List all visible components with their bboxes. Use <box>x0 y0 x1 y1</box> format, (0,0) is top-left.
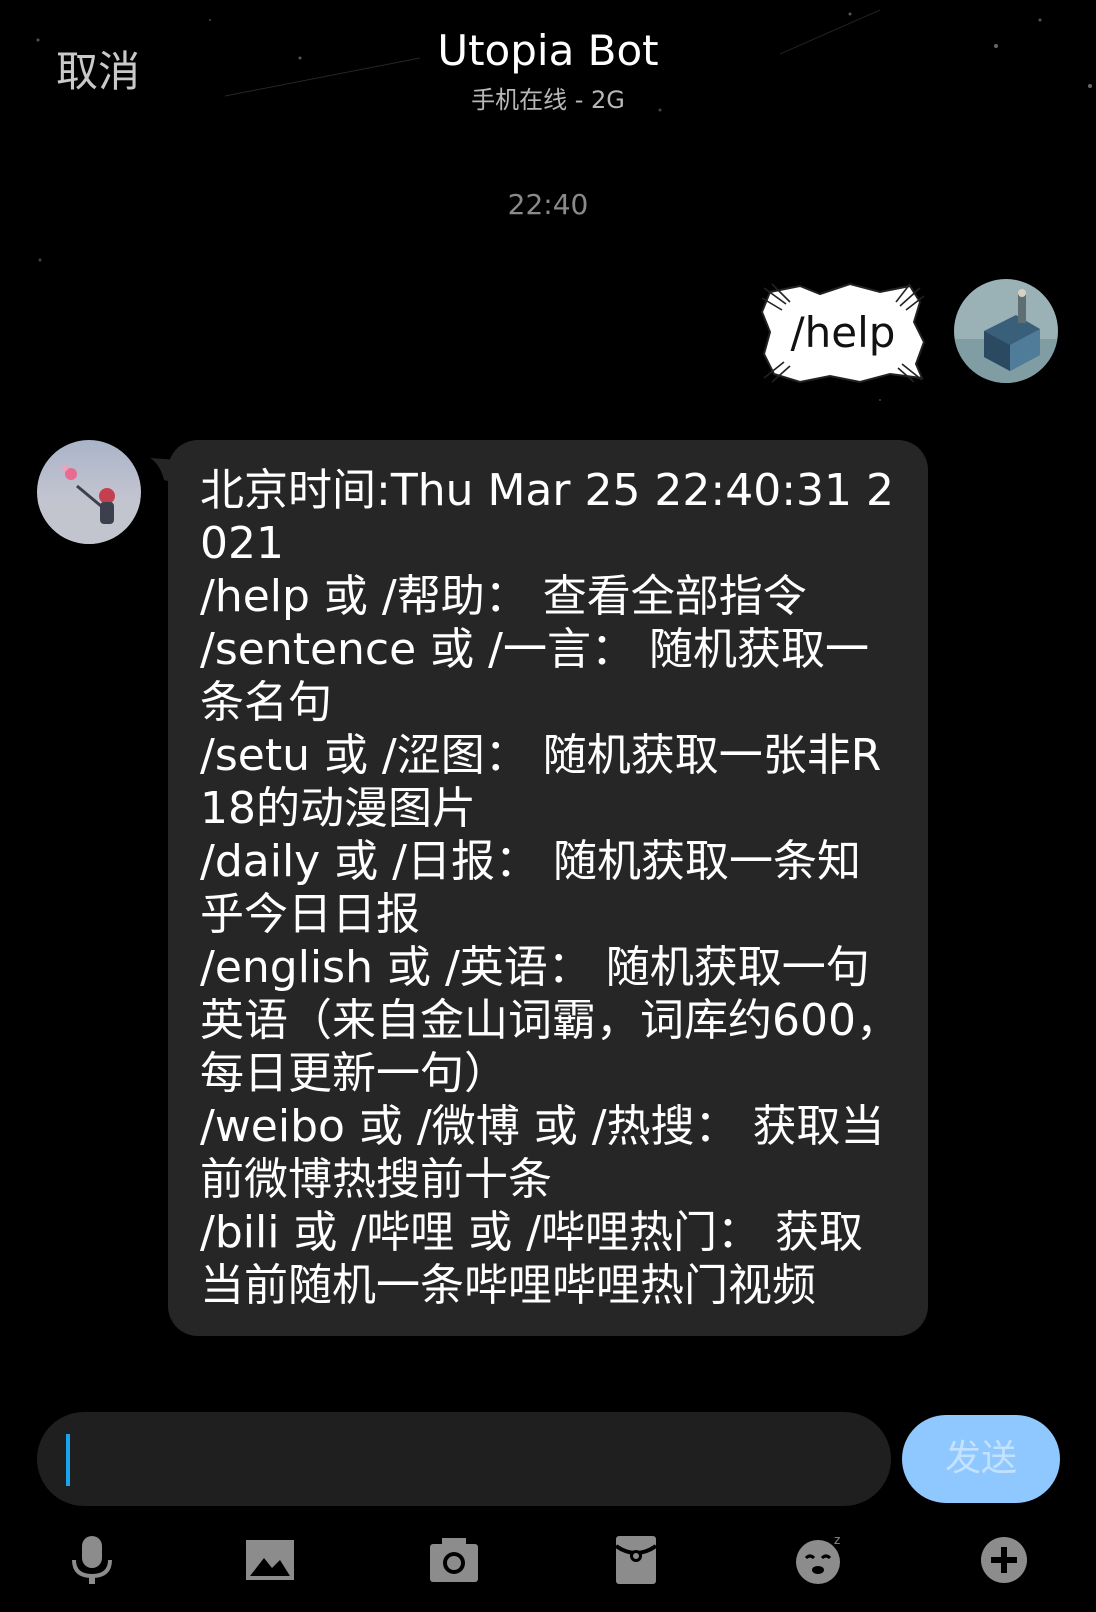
online-status: 手机在线 - 2G <box>471 86 625 114</box>
bot-message-text[interactable]: 北京时间:Thu Mar 25 22:40:31 2021 /help 或 /帮… <box>200 464 900 1312</box>
message-input[interactable] <box>37 1412 891 1506</box>
message-timestamp: 22:40 <box>507 188 589 221</box>
red-envelope-icon[interactable] <box>606 1530 666 1590</box>
anime-girl-icon <box>37 440 141 544</box>
svg-text:z: z <box>834 1533 840 1547</box>
my-avatar[interactable] <box>954 279 1058 383</box>
camera-icon[interactable] <box>424 1530 484 1590</box>
outgoing-message[interactable]: /help <box>760 282 926 384</box>
image-icon[interactable] <box>240 1530 300 1590</box>
monument-valley-icon <box>954 279 1058 383</box>
text-cursor <box>66 1434 70 1486</box>
chat-title: Utopia Bot <box>437 26 659 75</box>
send-button[interactable]: 发送 <box>902 1415 1060 1503</box>
bot-avatar[interactable] <box>37 440 141 544</box>
microphone-icon[interactable] <box>62 1530 122 1590</box>
emoji-icon[interactable]: z <box>790 1530 850 1590</box>
plus-icon[interactable] <box>974 1530 1034 1590</box>
